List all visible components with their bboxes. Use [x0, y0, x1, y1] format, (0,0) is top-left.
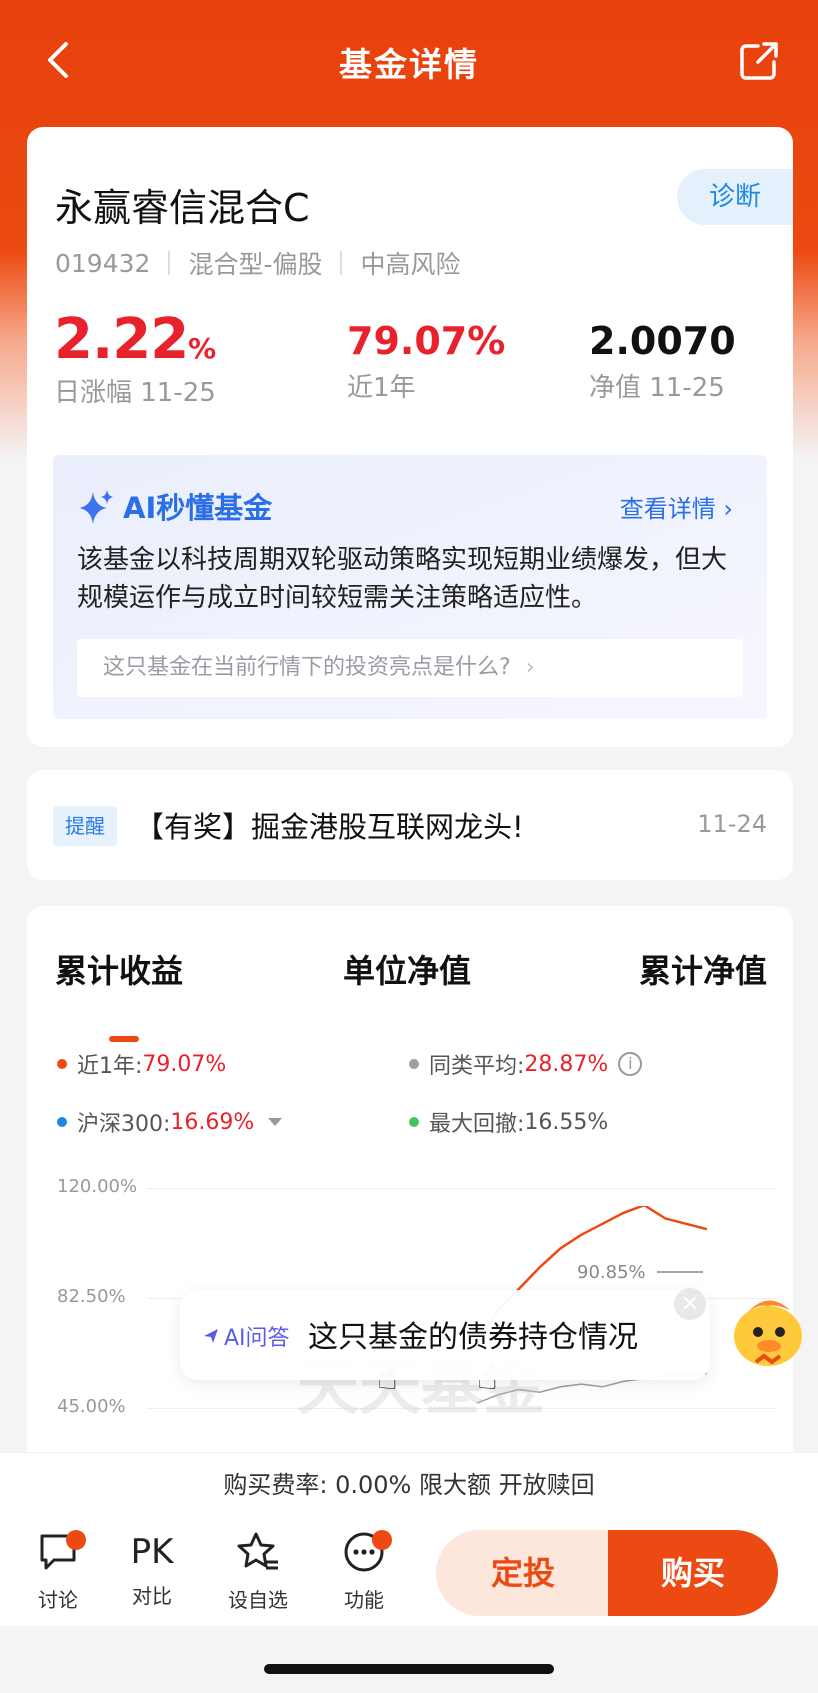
- legend-avg-value: 28.87%: [524, 1051, 609, 1077]
- discuss-label: 讨论: [38, 1588, 78, 1612]
- add-watchlist-button[interactable]: 设自选: [218, 1530, 298, 1613]
- pk-icon: PK: [130, 1532, 174, 1572]
- daily-change-label: 日涨幅 11-25: [54, 378, 216, 408]
- notification-badge: [372, 1530, 392, 1550]
- navigation-bar: 基金详情: [0, 20, 818, 100]
- daily-change-value: 2.22: [54, 307, 189, 372]
- year-return-value: 79.07%: [347, 319, 506, 363]
- legend-avg-label: 同类平均:: [429, 1054, 525, 1079]
- active-tab-indicator: [109, 1036, 139, 1042]
- legend-year-label: 近1年:: [77, 1054, 143, 1079]
- diagnose-button[interactable]: 诊断: [677, 169, 793, 225]
- divider: [340, 251, 343, 275]
- nav-value: 2.0070: [589, 319, 736, 363]
- y-tick-label: 120.00%: [57, 1176, 138, 1197]
- ai-question-text: 这只基金在当前行情下的投资亮点是什么?: [103, 655, 511, 680]
- notice-date: 11-24: [697, 810, 767, 838]
- legend-year: 近1年: 79.07%: [57, 1048, 226, 1080]
- legend-dot: [409, 1059, 419, 1069]
- legend-drawdown-value: 16.55%: [524, 1109, 609, 1135]
- legend-hs300[interactable]: 沪深300: 16.69%: [57, 1106, 283, 1138]
- home-indicator: [264, 1664, 554, 1674]
- legend-dot: [57, 1059, 67, 1069]
- compare-label: 对比: [132, 1584, 172, 1608]
- ai-summary-box: AI秒懂基金 查看详情 › 该基金以科技周期双轮驱动策略实现短期业绩爆发，但大规…: [53, 455, 767, 719]
- nav-stat: 2.0070 净值 11-25: [589, 319, 736, 404]
- performance-chart-card: 累计收益 单位净值 累计净值 近1年: 79.07% 同类平均: 28.87% …: [27, 906, 793, 1526]
- notice-tag: 提醒: [53, 806, 117, 846]
- ai-summary-title: AI秒懂基金: [77, 485, 272, 527]
- more-label: 功能: [344, 1588, 384, 1612]
- legend-dot: [409, 1117, 419, 1127]
- ai-title-text: AI秒懂基金: [123, 491, 273, 525]
- legend-max-drawdown: 最大回撤: 16.55%: [409, 1106, 608, 1138]
- watch-label: 设自选: [228, 1588, 288, 1612]
- legend-drawdown-label: 最大回撤:: [429, 1112, 525, 1137]
- daily-change-stat: 2.22% 日涨幅 11-25: [54, 307, 216, 409]
- fund-name: 永赢睿信混合C: [55, 186, 310, 230]
- legend-dot: [57, 1117, 67, 1127]
- mascot-icon[interactable]: [728, 1290, 810, 1370]
- legend-year-value: 79.07%: [142, 1051, 227, 1077]
- share-icon[interactable]: [738, 40, 780, 82]
- legend-category-average: 同类平均: 28.87% i: [409, 1048, 643, 1080]
- bottom-action-bar: 讨论 PK 对比 设自选 功能 定投 购买: [0, 1516, 818, 1626]
- daily-change-unit: %: [188, 332, 217, 365]
- notice-banner[interactable]: 提醒 【有奖】掘金港股互联网龙头! 11-24: [27, 770, 793, 880]
- notification-badge: [66, 1530, 86, 1550]
- more-functions-button[interactable]: 功能: [324, 1530, 404, 1613]
- fund-risk: 中高风险: [360, 250, 461, 279]
- info-icon[interactable]: i: [618, 1052, 643, 1076]
- ai-qa-tag: AI问答: [202, 1320, 290, 1352]
- fund-meta: 019432 混合型-偏股 中高风险: [55, 245, 460, 281]
- buy-button[interactable]: 购买: [608, 1530, 778, 1616]
- tab-unit-nav[interactable]: 单位净值: [343, 946, 471, 992]
- close-icon[interactable]: ×: [674, 1288, 706, 1320]
- divider: [168, 251, 171, 275]
- fee-info-bar: 购买费率: 0.00% 限大额 开放赎回: [0, 1452, 818, 1516]
- sparkle-icon: [79, 490, 113, 524]
- discuss-button[interactable]: 讨论: [18, 1530, 98, 1613]
- fund-summary-card: 永赢睿信混合C 诊断 019432 混合型-偏股 中高风险 2.22% 日涨幅 …: [27, 127, 793, 747]
- tab-cumulative-nav[interactable]: 累计净值: [639, 946, 767, 992]
- legend-hs300-label: 沪深300:: [77, 1112, 171, 1137]
- ai-more-label: 查看详情: [619, 495, 716, 523]
- nav-label: 净值 11-25: [589, 373, 725, 403]
- peak-value-label: 90.85%: [577, 1262, 646, 1283]
- ai-suggested-question[interactable]: 这只基金在当前行情下的投资亮点是什么? ›: [77, 639, 743, 697]
- fund-type: 混合型-偏股: [188, 250, 323, 279]
- ai-qa-question: 这只基金的债券持仓情况: [308, 1320, 638, 1355]
- tab-cumulative-return[interactable]: 累计收益: [55, 946, 183, 992]
- page-title: 基金详情: [339, 45, 479, 84]
- year-return-label: 近1年: [347, 373, 416, 403]
- sparkle-icon: [204, 1329, 218, 1343]
- grid-line: [147, 1188, 777, 1189]
- notice-text: 【有奖】掘金港股互联网龙头!: [135, 810, 524, 844]
- chevron-right-icon: ›: [525, 655, 535, 680]
- year-return-stat: 79.07% 近1年: [347, 319, 505, 404]
- legend-hs300-value: 16.69%: [170, 1109, 255, 1135]
- compare-button[interactable]: PK 对比: [112, 1530, 192, 1609]
- dropdown-caret-icon[interactable]: [268, 1118, 283, 1126]
- star-list-icon: [237, 1532, 278, 1570]
- chart-tabs: 累计收益 单位净值 累计净值: [27, 946, 793, 1042]
- fund-code: 019432: [55, 248, 151, 278]
- chevron-right-icon: ›: [723, 495, 733, 523]
- sip-button[interactable]: 定投: [436, 1530, 610, 1616]
- ai-qa-popup[interactable]: AI问答 这只基金的债券持仓情况: [180, 1290, 710, 1380]
- ai-qa-tag-text: AI问答: [224, 1326, 290, 1351]
- ai-summary-text: 该基金以科技周期双轮驱动策略实现短期业绩爆发，但大规模运作与成立时间较短需关注策…: [77, 545, 728, 613]
- y-tick-label: 45.00%: [57, 1396, 126, 1417]
- y-tick-label: 82.50%: [57, 1286, 126, 1307]
- ai-more-link[interactable]: 查看详情 ›: [620, 489, 733, 524]
